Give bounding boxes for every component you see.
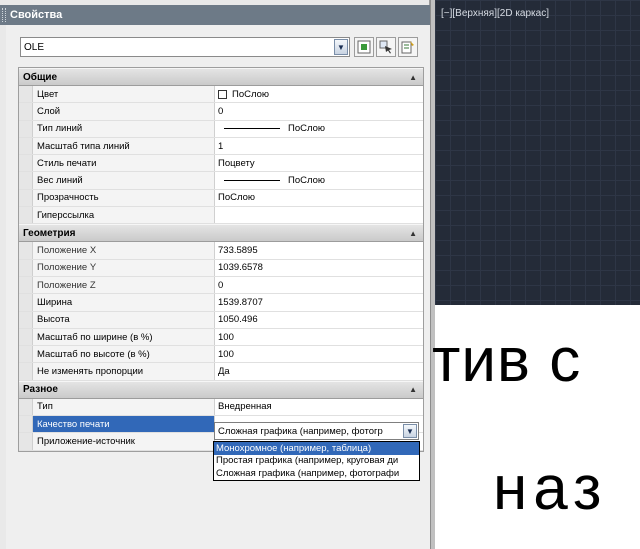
prop-value[interactable]: 1539.8707 [215, 294, 423, 311]
prop-value-color[interactable]: ПоСлою [215, 86, 423, 103]
plot-quality-value: Сложная графика (например, фотогр [218, 425, 383, 437]
prop-row-position-x[interactable]: Положение X 733.5895 [19, 242, 423, 260]
prop-row-hyperlink[interactable]: Гиперссылка [19, 207, 423, 225]
prop-row-lineweight[interactable]: Вес линий ПоСлою [19, 172, 423, 190]
prop-name: Гиперссылка [33, 207, 215, 224]
plot-quality-options: Монохромное (например, таблица) Простая … [213, 441, 420, 481]
prop-row-plotstyle[interactable]: Стиль печати Поцвету [19, 155, 423, 173]
prop-name: Масштаб по высоте (в %) [33, 346, 215, 363]
prop-value[interactable]: Поцвету [215, 155, 423, 172]
collapse-icon[interactable]: ▲ [409, 73, 417, 82]
prop-name: Не изменять пропорции [33, 363, 215, 380]
prop-value[interactable]: 0 [215, 103, 423, 120]
prop-value[interactable]: 100 [215, 328, 423, 346]
prop-name: Прозрачность [33, 189, 215, 207]
prop-row-position-z[interactable]: Положение Z 0 [19, 276, 423, 295]
collapse-icon[interactable]: ▲ [409, 385, 417, 394]
prop-name: Масштаб по ширине (в %) [33, 328, 215, 346]
option-high-graphics[interactable]: Сложная графика (например, фотографи [214, 467, 419, 480]
prop-value[interactable]: 1039.6578 [215, 259, 423, 276]
prop-name: Положение Y [33, 259, 215, 276]
prop-value[interactable]: 100 [215, 346, 423, 363]
prop-row-type[interactable]: Тип Внедренная [19, 398, 423, 417]
object-type-select[interactable]: OLE ▼ [20, 37, 350, 57]
object-type-value: OLE [24, 41, 45, 53]
option-monochrome[interactable]: Монохромное (например, таблица) [214, 442, 419, 455]
property-table: Общие ▲ Цвет ПоСлою Слой 0 Тип линий ПоС… [18, 67, 424, 452]
category-title: Разное [23, 384, 58, 396]
prop-name: Качество печати [33, 416, 215, 433]
prop-name: Слой [33, 103, 215, 120]
plot-quality-combo[interactable]: Сложная графика (например, фотогр ▼ [214, 422, 419, 440]
prop-row-lock-aspect[interactable]: Не изменять пропорции Да [19, 363, 423, 381]
prop-value[interactable]: 1 [215, 137, 423, 155]
category-general[interactable]: Общие ▲ [19, 68, 423, 86]
prop-value[interactable] [215, 207, 423, 224]
prop-row-scale-width[interactable]: Масштаб по ширине (в %) 100 [19, 328, 423, 347]
prop-value[interactable]: 0 [215, 276, 423, 294]
prop-value[interactable]: Да [215, 363, 423, 380]
chevron-down-icon[interactable]: ▼ [403, 424, 417, 438]
prop-name: Положение Z [33, 276, 215, 294]
collapse-icon[interactable]: ▲ [409, 229, 417, 238]
color-swatch-icon [218, 89, 227, 99]
palette-titlebar[interactable]: Свойства [0, 5, 430, 25]
prop-row-height[interactable]: Высота 1050.496 [19, 311, 423, 329]
category-title: Геометрия [23, 227, 76, 239]
prop-row-layer[interactable]: Слой 0 [19, 103, 423, 121]
prop-value-lineweight[interactable]: ПоСлою [215, 172, 423, 189]
prop-name: Стиль печати [33, 155, 215, 172]
prop-row-color[interactable]: Цвет ПоСлою [19, 86, 423, 104]
quick-select-button[interactable] [354, 37, 374, 57]
prop-name: Высота [33, 311, 215, 328]
option-low-graphics[interactable]: Простая графика (например, круговая ди [214, 455, 419, 468]
select-objects-icon [379, 40, 392, 54]
toggle-pickadd-icon [401, 41, 414, 54]
prop-row-position-y[interactable]: Положение Y 1039.6578 [19, 259, 423, 277]
prop-value-text: ПоСлою [232, 88, 270, 100]
drawing-viewport[interactable]: [−][Верхняя][2D каркас] [435, 0, 640, 305]
category-title: Общие [23, 71, 58, 83]
prop-value[interactable]: 733.5895 [215, 242, 423, 259]
category-geometry[interactable]: Геометрия ▲ [19, 224, 423, 243]
prop-name: Приложение-источник [33, 433, 215, 450]
prop-value-text: ПоСлою [288, 123, 326, 135]
prop-name: Тип линий [33, 120, 215, 137]
category-misc[interactable]: Разное ▲ [19, 380, 423, 399]
prop-value-text: ПоСлою [288, 175, 326, 187]
chevron-down-icon[interactable]: ▼ [334, 39, 348, 55]
select-objects-button[interactable] [376, 37, 396, 57]
prop-name: Положение X [33, 242, 215, 259]
ole-object-preview[interactable]: тив с наз [432, 305, 640, 549]
prop-value[interactable]: ПоСлою [215, 189, 423, 207]
prop-value-linetype[interactable]: ПоСлою [215, 120, 423, 137]
prop-name: Тип [33, 398, 215, 416]
quick-select-icon [357, 40, 371, 54]
prop-row-transparency[interactable]: Прозрачность ПоСлою [19, 189, 423, 208]
prop-name: Ширина [33, 294, 215, 311]
drag-grip-icon[interactable] [2, 8, 6, 22]
prop-row-width[interactable]: Ширина 1539.8707 [19, 294, 423, 312]
ole-text-line-1: тив с [432, 326, 582, 395]
linetype-preview [224, 128, 280, 130]
toggle-pickadd-button[interactable] [398, 37, 418, 57]
properties-palette: Свойства OLE ▼ Общие ▲ Цвет ПоСлою Слой … [0, 0, 430, 549]
prop-name: Масштаб типа линий [33, 137, 215, 155]
prop-name: Вес линий [33, 172, 215, 189]
viewport-controls-label[interactable]: [−][Верхняя][2D каркас] [441, 8, 549, 19]
ole-text-line-2: наз [493, 454, 608, 523]
prop-value[interactable]: 1050.496 [215, 311, 423, 328]
prop-row-linetype[interactable]: Тип линий ПоСлою [19, 120, 423, 138]
prop-row-ltscale[interactable]: Масштаб типа линий 1 [19, 137, 423, 156]
prop-name: Цвет [33, 86, 215, 103]
lineweight-preview [224, 180, 280, 182]
prop-row-scale-height[interactable]: Масштаб по высоте (в %) 100 [19, 346, 423, 364]
prop-value[interactable]: Внедренная [215, 398, 423, 416]
palette-title: Свойства [10, 9, 63, 21]
